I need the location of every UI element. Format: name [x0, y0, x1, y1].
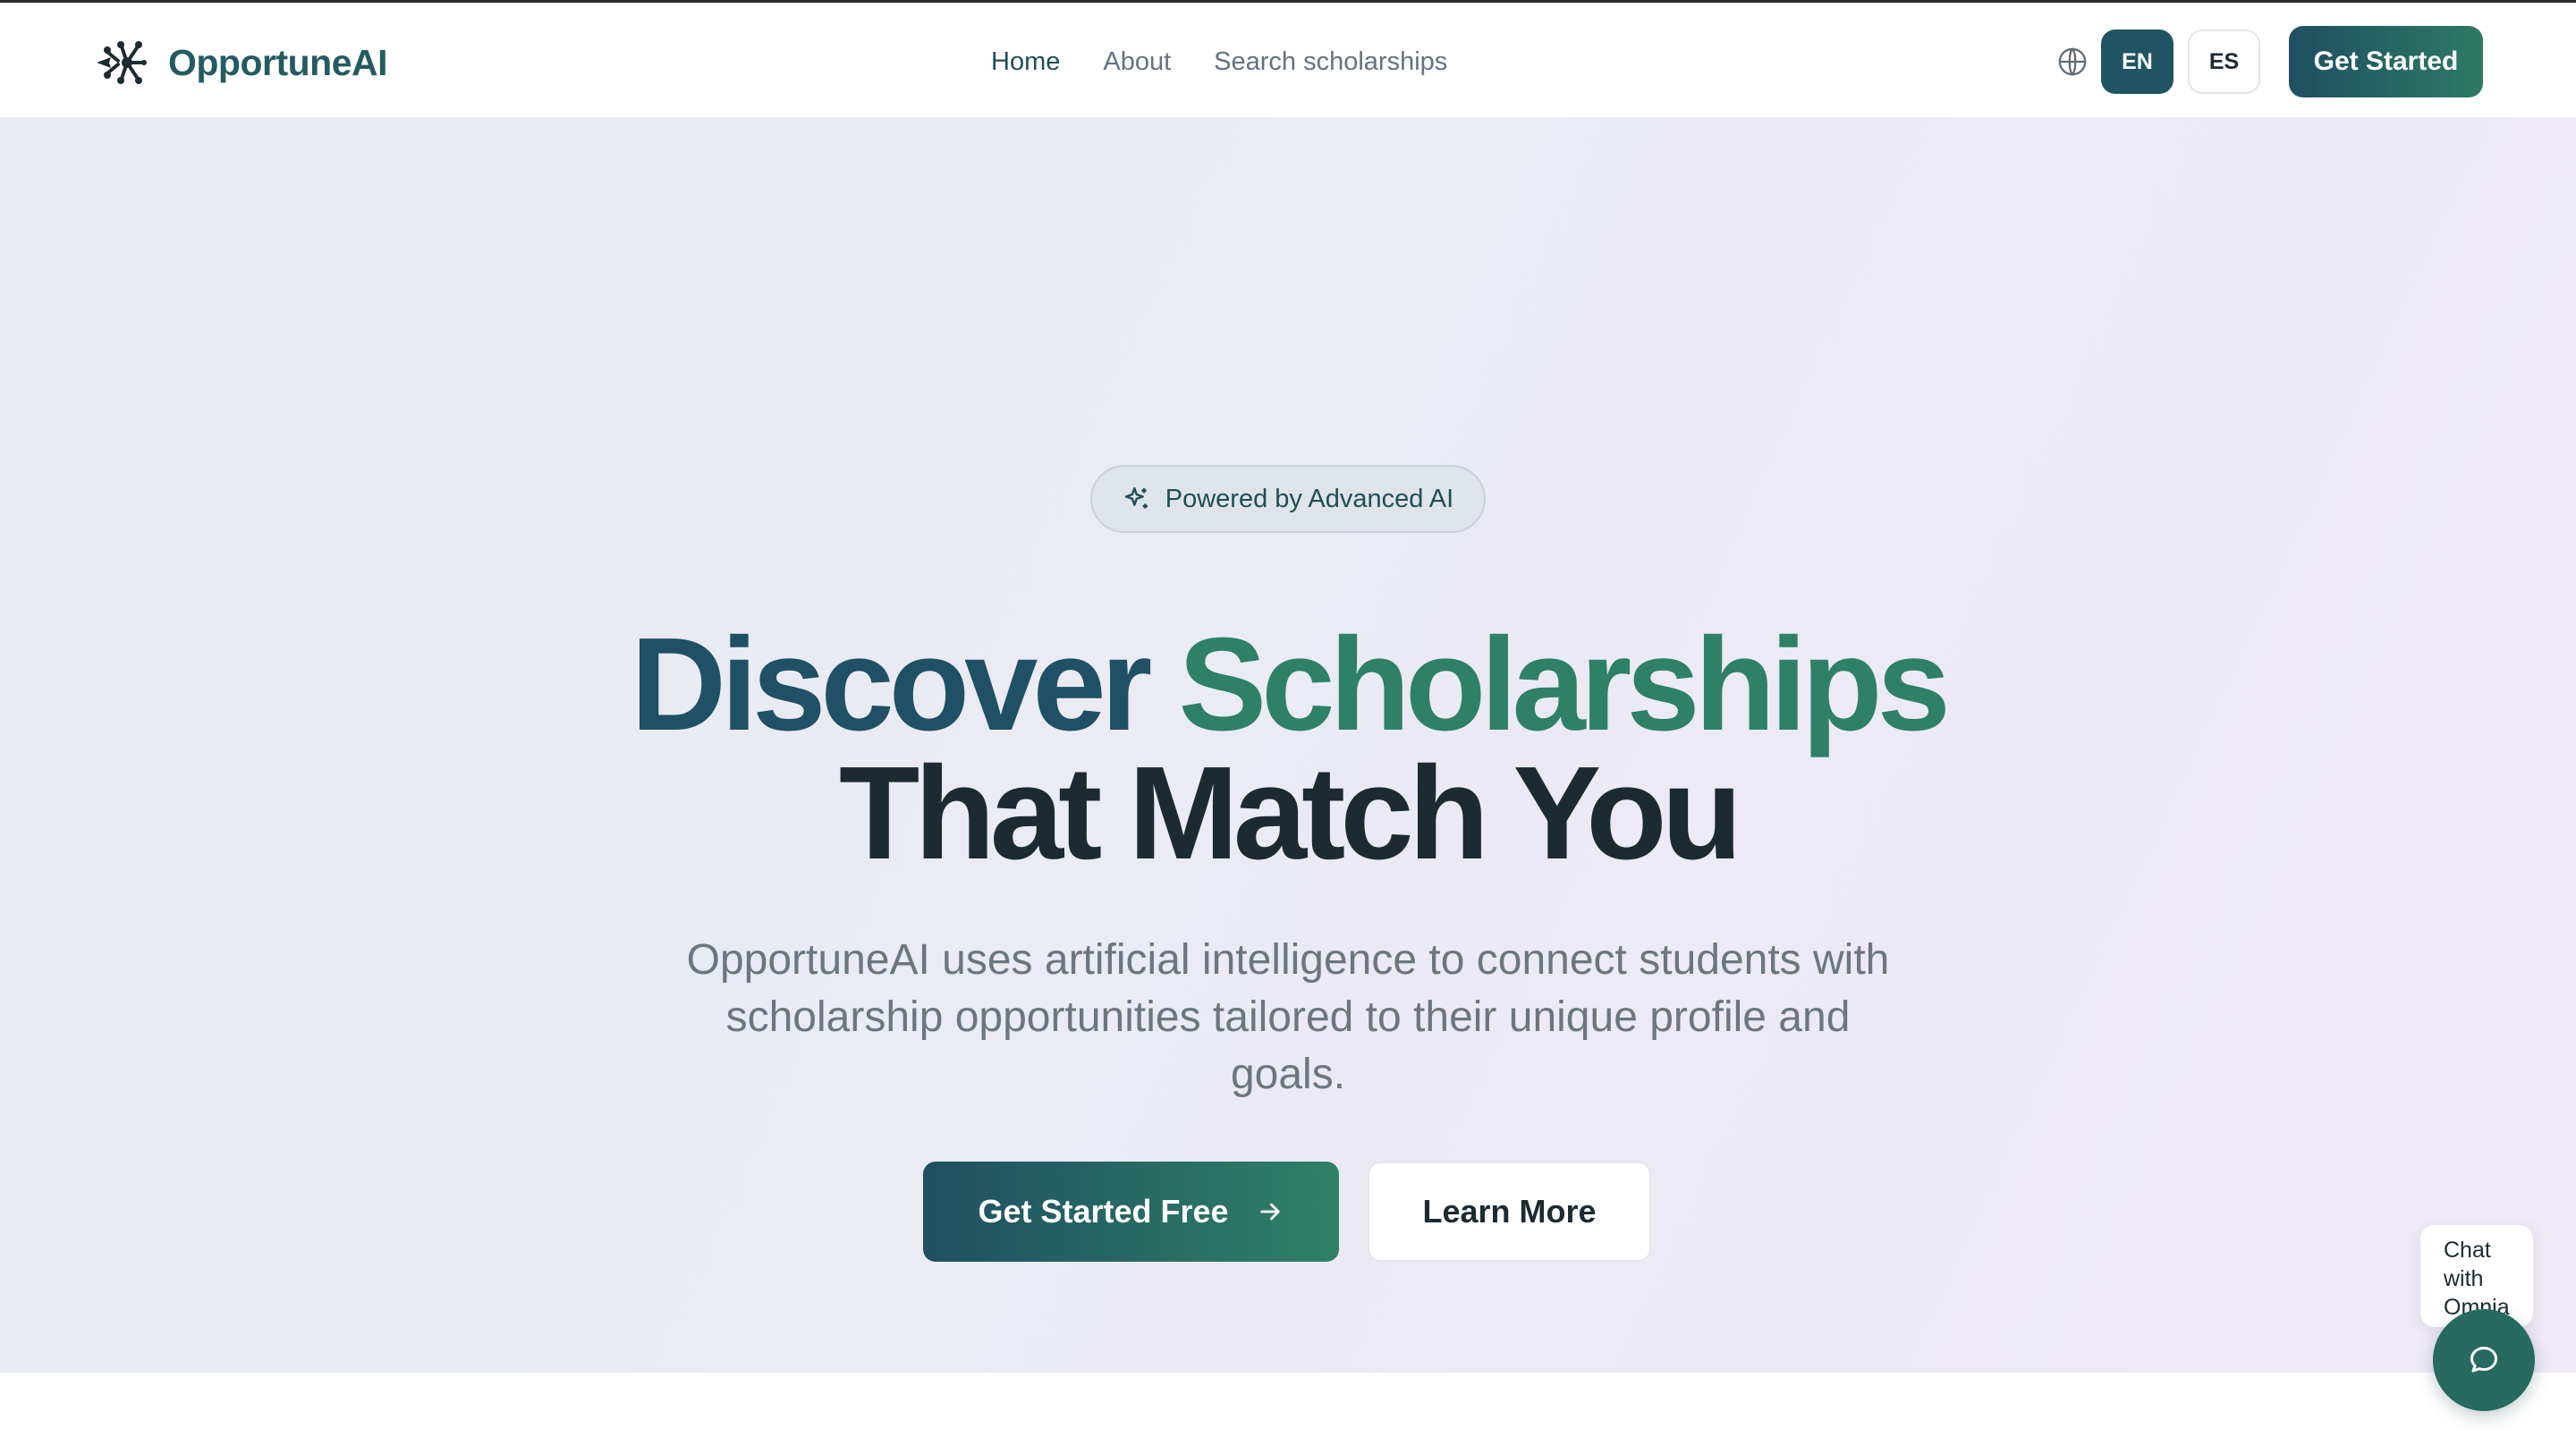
get-started-free-button[interactable]: Get Started Free — [923, 1162, 1339, 1262]
top-navbar: OpportuneAI Home About Search scholarshi… — [0, 0, 2576, 118]
arrow-right-icon — [1259, 1203, 1280, 1221]
page: OpportuneAI Home About Search scholarshi… — [0, 0, 2576, 1454]
brand-name: OpportuneAI — [168, 41, 388, 83]
nav-link-about[interactable]: About — [1103, 47, 1171, 77]
chat-launcher-button[interactable] — [2433, 1309, 2535, 1411]
sparkles-icon — [1124, 486, 1148, 509]
learn-more-button[interactable]: Learn More — [1368, 1162, 1651, 1262]
hero-headline: Discover Scholarships That Match You — [0, 619, 2576, 880]
nav-link-search-scholarships[interactable]: Search scholarships — [1214, 47, 1447, 77]
hero-section: Powered by Advanced AI Discover Scholars… — [0, 118, 2576, 1373]
language-en-button[interactable]: EN — [2101, 30, 2174, 94]
badge-text: Powered by Advanced AI — [1165, 484, 1454, 513]
get-started-button[interactable]: Get Started — [2289, 26, 2483, 97]
message-circle-icon — [2470, 1347, 2497, 1373]
language-es-button[interactable]: ES — [2188, 30, 2260, 94]
main-nav: Home About Search scholarships — [991, 42, 1447, 81]
globe-icon — [2058, 47, 2087, 76]
brand-logo[interactable]: OpportuneAI — [95, 37, 388, 89]
headline-line-2: That Match You — [838, 740, 1742, 887]
get-started-free-label: Get Started Free — [978, 1193, 1229, 1230]
hero-subtitle: OpportuneAI uses artificial intelligence… — [686, 936, 1890, 1098]
headline-line-1: Discover Scholarships — [0, 619, 2576, 751]
headline-word-discover: Discover — [631, 611, 1152, 758]
logo-icon — [97, 41, 147, 84]
ai-badge: Powered by Advanced AI — [1090, 465, 1486, 533]
nav-link-home[interactable]: Home — [991, 47, 1060, 77]
headline-word-scholarships: Scholarships — [1178, 611, 1950, 758]
